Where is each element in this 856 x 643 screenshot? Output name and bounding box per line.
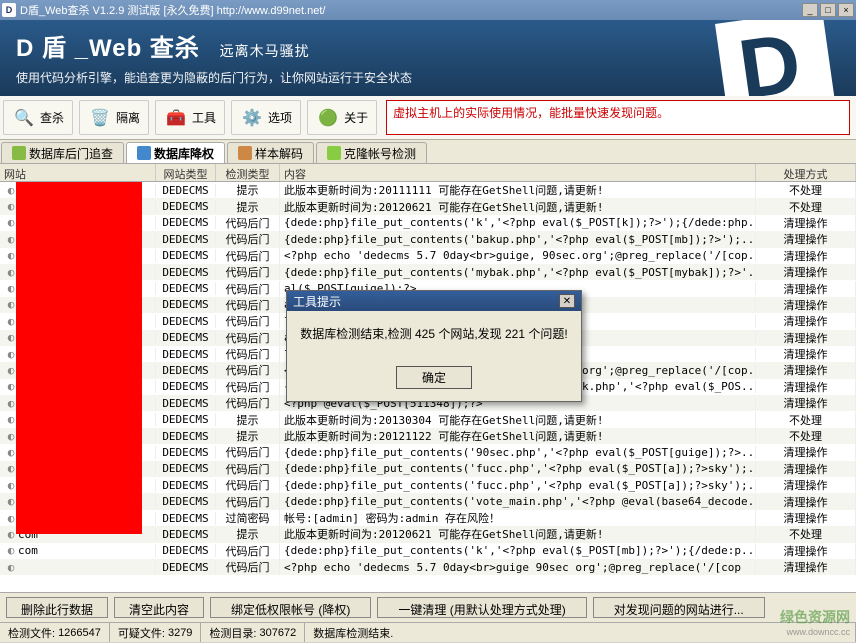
bind-lowpriv-button[interactable]: 绑定低权限帐号 (降权) — [210, 597, 371, 618]
redacted-overlay — [16, 182, 142, 534]
tab1-label: 数据库后门追查 — [29, 145, 113, 162]
dialog-close-button[interactable]: ✕ — [559, 294, 575, 308]
tab2-label: 数据库降权 — [154, 145, 214, 162]
db-icon — [12, 146, 26, 160]
tab-strip: 数据库后门追查 数据库降权 样本解码 克隆帐号检测 — [0, 140, 856, 164]
hint-banner: 虚拟主机上的实际使用情况，能批量快速发现问题。 — [386, 100, 850, 135]
main-toolbar: 🔍查杀 🗑️隔离 🧰工具 ⚙️选项 🟢关于 虚拟主机上的实际使用情况，能批量快速… — [0, 96, 856, 140]
search-icon: 🔍 — [12, 106, 36, 130]
about-button[interactable]: 🟢关于 — [307, 100, 377, 135]
scan-label: 查杀 — [40, 109, 64, 126]
dialog-titlebar: 工具提示 ✕ — [287, 291, 581, 311]
close-button[interactable]: × — [838, 3, 854, 17]
scan-button[interactable]: 🔍查杀 — [3, 100, 73, 135]
status-message: 数据库检测结束. — [305, 623, 856, 642]
alert-dialog: 工具提示 ✕ 数据库检测结束,检测 425 个网站,发现 221 个问题! 确定 — [286, 290, 582, 402]
minimize-button[interactable]: _ — [802, 3, 818, 17]
grid-header: 网站 网站类型 检测类型 内容 处理方式 — [0, 164, 856, 182]
lock-icon — [137, 146, 151, 160]
tab-db-privilege[interactable]: 数据库降权 — [126, 142, 225, 163]
process-found-button[interactable]: 对发现问题的网站进行... — [593, 597, 765, 618]
row-icon: ◐ — [4, 544, 18, 557]
col-action[interactable]: 处理方式 — [756, 164, 856, 181]
tab4-label: 克隆帐号检测 — [344, 145, 416, 162]
tab-sample-decode[interactable]: 样本解码 — [227, 142, 314, 163]
status-scanned-dirs: 检测目录:307672 — [201, 623, 305, 642]
col-content[interactable]: 内容 — [280, 164, 756, 181]
quarantine-label: 隔离 — [116, 109, 140, 126]
row-icon: ◐ — [4, 561, 18, 574]
col-site[interactable]: 网站 — [0, 164, 156, 181]
banner-description: 使用代码分析引擎，能追查更为隐蔽的后门行为，让你网站运行于安全状态 — [16, 69, 840, 86]
col-detect[interactable]: 检测类型 — [216, 164, 280, 181]
tools-button[interactable]: 🧰工具 — [155, 100, 225, 135]
user-icon — [327, 146, 341, 160]
tools-label: 工具 — [192, 109, 216, 126]
app-banner: D D 盾 _Web 查杀 远离木马骚扰 使用代码分析引擎，能追查更为隐蔽的后门… — [0, 20, 856, 96]
banner-subtitle-small: 远离木马骚扰 — [220, 43, 310, 59]
about-label: 关于 — [344, 109, 368, 126]
tab-db-backdoor[interactable]: 数据库后门追查 — [1, 142, 124, 163]
app-icon: D — [2, 3, 16, 17]
table-row[interactable]: ◐comDEDECMS代码后门{dede:php}file_put_conten… — [0, 543, 856, 559]
clear-content-button[interactable]: 清空此内容 — [114, 597, 204, 618]
trash-icon: 🗑️ — [88, 106, 112, 130]
dialog-ok-button[interactable]: 确定 — [396, 366, 472, 389]
options-button[interactable]: ⚙️选项 — [231, 100, 301, 135]
status-bar: 检测文件:1266547 可疑文件:3279 检测目录:307672 数据库检测… — [0, 622, 856, 642]
shield-icon: 🟢 — [316, 106, 340, 130]
toolbox-icon: 🧰 — [164, 106, 188, 130]
options-label: 选项 — [268, 109, 292, 126]
banner-title: D 盾 _Web 查杀 — [16, 35, 200, 62]
quarantine-button[interactable]: 🗑️隔离 — [79, 100, 149, 135]
col-sitetype[interactable]: 网站类型 — [156, 164, 216, 181]
tab-clone-account[interactable]: 克隆帐号检测 — [316, 142, 427, 163]
dialog-title: 工具提示 — [293, 293, 341, 310]
delete-row-button[interactable]: 删除此行数据 — [6, 597, 108, 618]
dialog-message: 数据库检测结束,检测 425 个网站,发现 221 个问题! — [287, 311, 581, 356]
one-click-clean-button[interactable]: 一键清理 (用默认处理方式处理) — [377, 597, 586, 618]
gear-icon: ⚙️ — [240, 106, 264, 130]
table-row[interactable]: ◐DEDECMS代码后门<?php echo 'dedecms 5.7 0day… — [0, 559, 856, 575]
window-titlebar: D D盾_Web查杀 V1.2.9 测试版 [永久免费] http://www.… — [0, 0, 856, 20]
status-scanned-files: 检测文件:1266547 — [0, 623, 110, 642]
code-icon — [238, 146, 252, 160]
window-title: D盾_Web查杀 V1.2.9 测试版 [永久免费] http://www.d9… — [20, 2, 802, 18]
tab3-label: 样本解码 — [255, 145, 303, 162]
action-bar: 删除此行数据 清空此内容 绑定低权限帐号 (降权) 一键清理 (用默认处理方式处… — [0, 592, 856, 622]
maximize-button[interactable]: □ — [820, 3, 836, 17]
status-suspect-files: 可疑文件:3279 — [110, 623, 202, 642]
